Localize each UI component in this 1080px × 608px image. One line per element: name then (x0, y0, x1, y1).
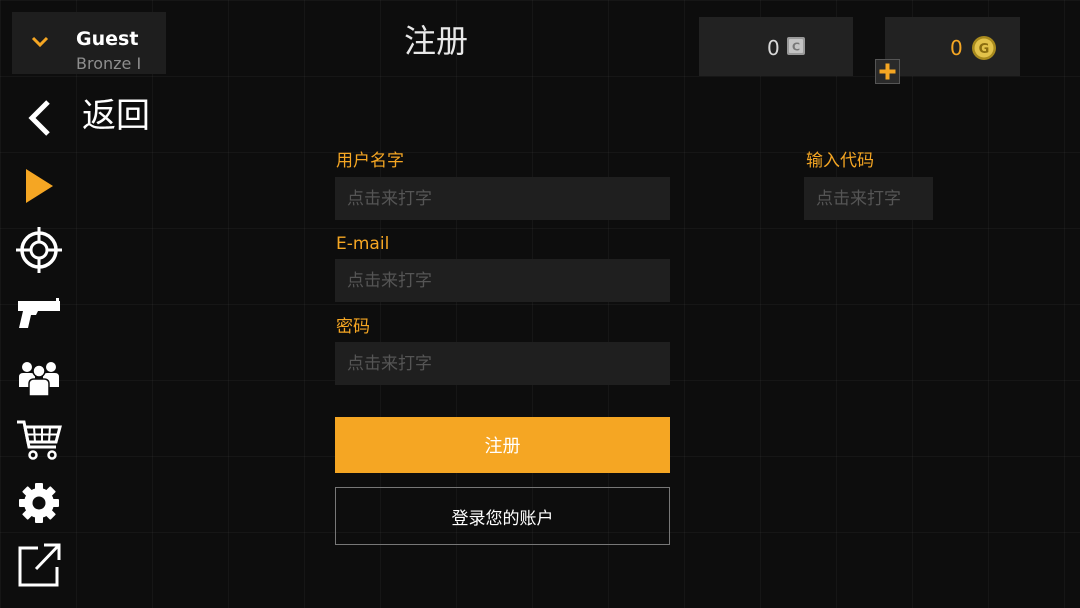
crosshair-icon (16, 227, 62, 273)
login-button[interactable]: 登录您的账户 (335, 487, 670, 545)
username-input[interactable] (335, 177, 670, 220)
group-icon (19, 362, 59, 397)
aim-button[interactable] (14, 225, 64, 275)
shop-button[interactable] (14, 415, 64, 465)
settings-button[interactable] (14, 478, 64, 528)
chevron-left-icon (28, 100, 50, 136)
external-link-button[interactable] (14, 540, 64, 590)
gold-currency[interactable]: 0 G (885, 17, 1020, 76)
email-input[interactable] (335, 259, 670, 302)
code-label: 输入代码 (806, 151, 874, 171)
svg-text:C: C (792, 41, 800, 54)
password-input[interactable] (335, 342, 670, 385)
page-title: 注册 (404, 22, 469, 60)
add-currency-button[interactable] (875, 59, 900, 84)
cart-icon (17, 420, 62, 460)
play-button[interactable] (14, 161, 64, 211)
play-icon (26, 169, 53, 203)
silver-amount: 0 (767, 36, 780, 60)
profile-panel[interactable]: Guest Bronze I (12, 12, 166, 74)
external-link-icon (18, 543, 61, 587)
silver-coin-icon: C (787, 37, 805, 55)
back-label: 返回 (82, 96, 150, 136)
chevron-down-icon (31, 36, 49, 48)
gold-coin-icon: G (972, 36, 996, 60)
svg-text:G: G (979, 42, 990, 57)
pistol-icon (18, 298, 60, 328)
email-label: E-mail (336, 234, 390, 254)
password-label: 密码 (336, 317, 370, 337)
squad-button[interactable] (14, 352, 64, 402)
code-input[interactable] (804, 177, 933, 220)
register-button[interactable]: 注册 (335, 417, 670, 473)
gold-amount: 0 (950, 36, 963, 60)
player-name: Guest (76, 28, 139, 50)
weapons-button[interactable] (14, 289, 64, 339)
gear-icon (19, 483, 59, 523)
player-rank: Bronze I (76, 54, 142, 73)
plus-icon (879, 63, 896, 80)
silver-currency[interactable]: 0 C (699, 17, 853, 76)
username-label: 用户名字 (336, 151, 404, 171)
